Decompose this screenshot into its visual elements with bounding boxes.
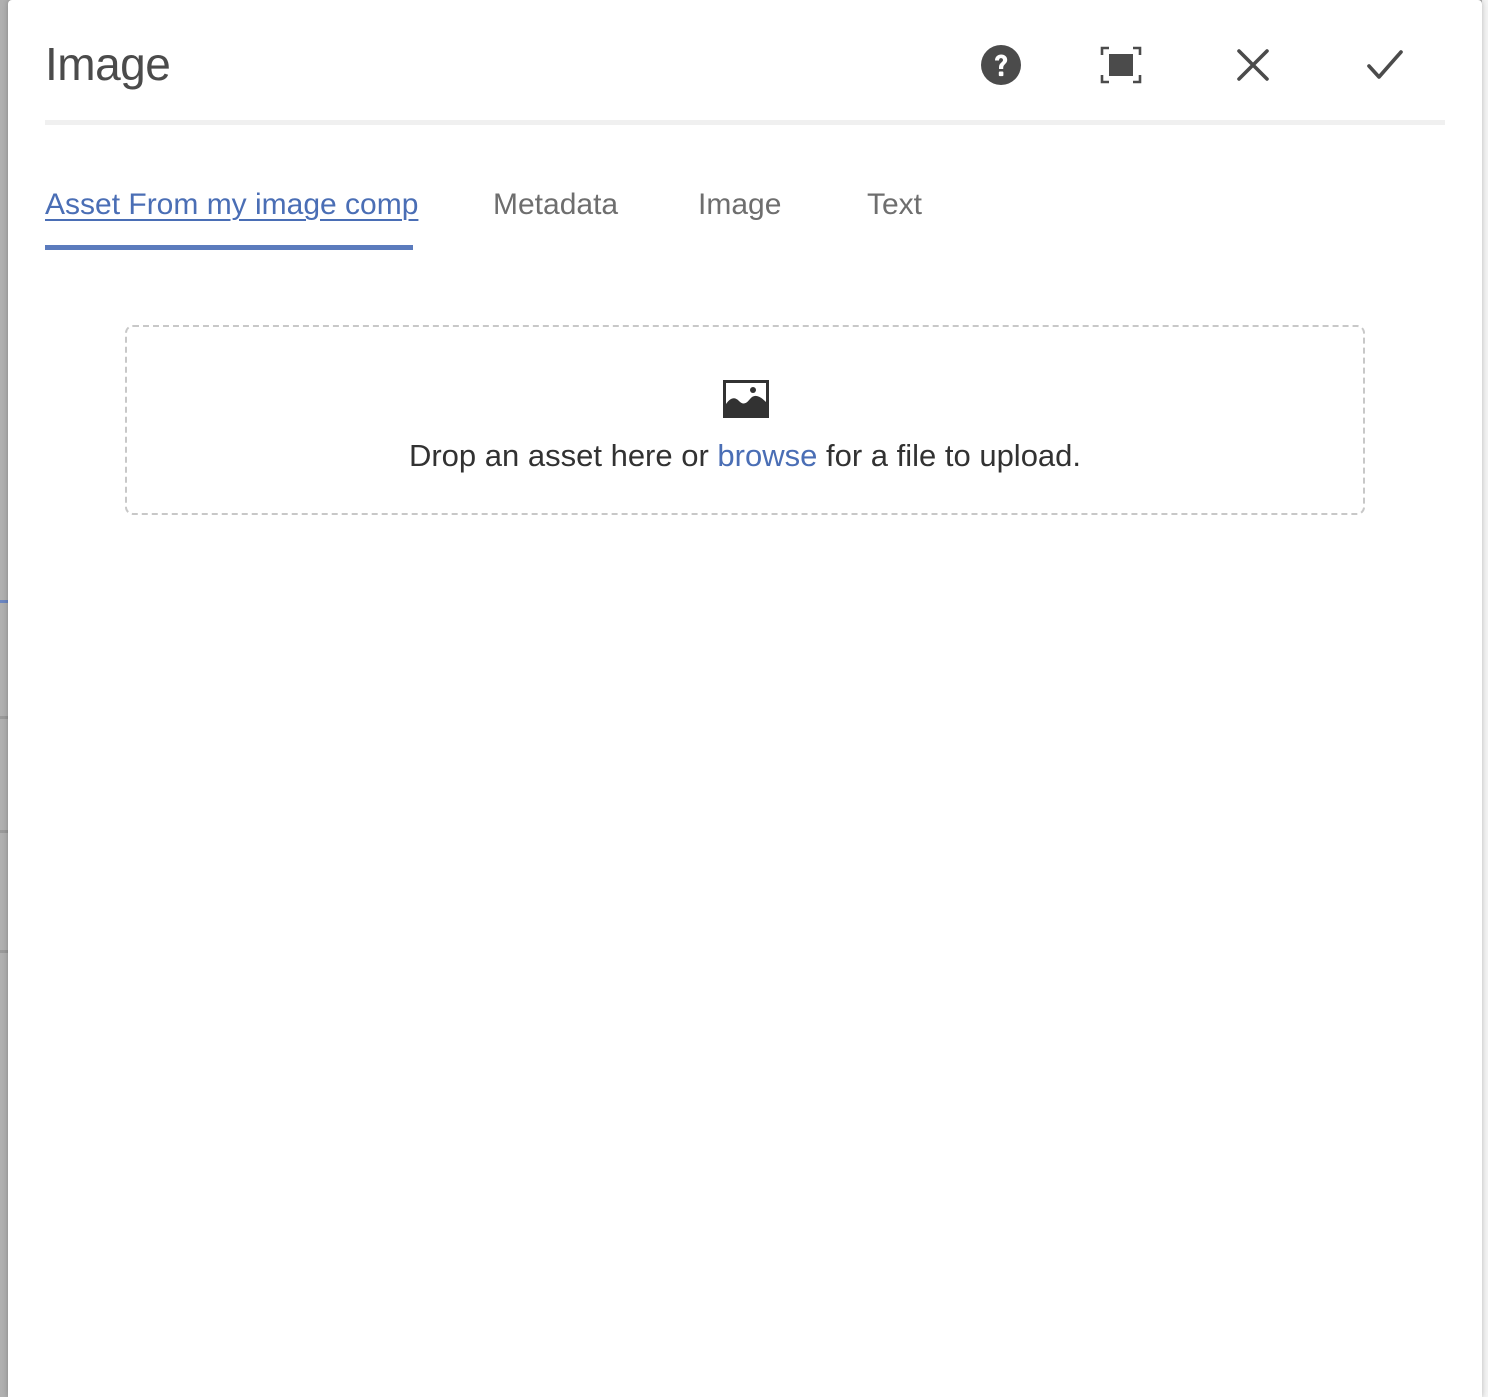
tab-asset-from-image-comp[interactable]: Asset From my image comp bbox=[45, 178, 418, 232]
browse-link[interactable]: browse bbox=[717, 438, 817, 473]
background-page-edge bbox=[1482, 0, 1488, 1397]
image-icon bbox=[723, 380, 769, 418]
tab-image[interactable]: Image bbox=[698, 178, 781, 232]
close-button[interactable] bbox=[1228, 40, 1278, 90]
fullscreen-button[interactable] bbox=[1096, 40, 1146, 90]
help-button[interactable] bbox=[976, 40, 1026, 90]
checkmark-icon bbox=[1367, 50, 1403, 79]
image-dialog: Image Asset From my image comp Metadata … bbox=[8, 0, 1482, 1397]
dropzone-text-after: for a file to upload. bbox=[817, 438, 1082, 473]
done-button[interactable] bbox=[1360, 40, 1410, 90]
dropzone-instructions: Drop an asset here or browse for a file … bbox=[127, 433, 1363, 479]
close-icon bbox=[1237, 49, 1269, 81]
dropzone-text-before: Drop an asset here or bbox=[408, 438, 718, 473]
asset-dropzone[interactable]: Drop an asset here or browse for a file … bbox=[125, 325, 1365, 515]
active-tab-indicator bbox=[45, 245, 413, 250]
dialog-header: Image bbox=[45, 0, 1445, 125]
dialog-title: Image bbox=[45, 38, 171, 90]
help-icon bbox=[981, 45, 1021, 85]
tab-text[interactable]: Text bbox=[867, 178, 922, 232]
tab-metadata[interactable]: Metadata bbox=[493, 178, 618, 232]
fullscreen-icon bbox=[1100, 46, 1142, 84]
